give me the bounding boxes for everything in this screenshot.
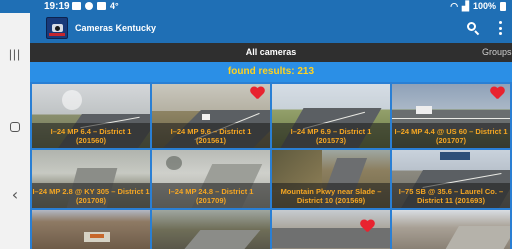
camera-thumbnail xyxy=(392,210,510,249)
camera-caption: I–24 MP 4.4 @ US 60 – District 1 (201707… xyxy=(392,123,510,148)
wifi-icon: ◠ xyxy=(450,1,459,11)
camera-name: Mountain Pkwy near Slade – xyxy=(280,186,382,196)
camera-tile[interactable]: I–24 MP 24.8 – District 1 (201709) xyxy=(152,150,270,208)
camera-tile[interactable] xyxy=(392,210,510,249)
camera-tile[interactable]: I–75 SB @ 35.6 – Laurel Co. – District 1… xyxy=(392,150,510,208)
app-logo-icon xyxy=(46,17,68,39)
battery-icon xyxy=(500,2,506,11)
camera-thumbnail xyxy=(32,210,150,249)
camera-caption: I–24 MP 9.6 – District 1 (201561) xyxy=(152,123,270,148)
favorite-heart-icon[interactable] xyxy=(490,87,504,101)
home-icon[interactable] xyxy=(0,119,30,137)
back-icon[interactable]: ‹ xyxy=(0,185,30,204)
camera-id: District 10 (201569) xyxy=(296,195,366,205)
battery-text: 100% xyxy=(472,1,496,11)
camera-name: I–24 MP 24.8 – District 1 xyxy=(168,186,254,196)
signal-icon: ▟ xyxy=(462,1,469,11)
favorite-heart-icon[interactable] xyxy=(250,87,264,101)
results-count: found results: 213 xyxy=(30,62,512,82)
alert-notification-icon xyxy=(85,2,93,10)
camera-name: I–24 MP 2.8 @ KY 305 – District 1 xyxy=(32,186,150,196)
camera-caption: I–24 MP 2.8 @ KY 305 – District 1 (20170… xyxy=(32,183,150,208)
status-system-icons: ◠ ▟ 100% xyxy=(450,0,506,13)
status-bar: 19:19 4° ◠ ▟ 100% xyxy=(0,0,512,13)
status-notification-icons: 4° xyxy=(72,1,119,11)
camera-tile[interactable]: I–24 MP 6.4 – District 1 (201560) xyxy=(32,84,150,148)
camera-tile[interactable] xyxy=(32,210,150,249)
camera-caption: Mountain Pkwy near Slade – District 10 (… xyxy=(272,183,390,208)
app-title: Cameras Kentucky xyxy=(75,23,157,33)
camera-name: I–24 MP 6.9 – District 1 xyxy=(290,126,372,136)
camera-caption: I–24 MP 6.4 – District 1 (201560) xyxy=(32,123,150,148)
app-notification-icon xyxy=(72,2,81,10)
camera-id: (201708) xyxy=(75,195,107,205)
camera-caption: I–24 MP 6.9 – District 1 (201573) xyxy=(272,123,390,148)
app-screen: 19:19 4° ◠ ▟ 100% ||| ‹ Cameras Kentucky… xyxy=(0,0,512,249)
weather-icon xyxy=(97,2,106,10)
camera-id: (201560) xyxy=(75,135,107,145)
recent-apps-icon[interactable]: ||| xyxy=(0,47,30,61)
camera-tile[interactable]: Mountain Pkwy near Slade – District 10 (… xyxy=(272,150,390,208)
app-bar: Cameras Kentucky xyxy=(30,13,512,43)
camera-name: I–24 MP 4.4 @ US 60 – District 1 xyxy=(394,126,508,136)
camera-tile[interactable]: I–24 MP 4.4 @ US 60 – District 1 (201707… xyxy=(392,84,510,148)
system-nav-bar: ||| ‹ xyxy=(0,13,30,249)
camera-thumbnail xyxy=(152,210,270,249)
favorite-heart-icon[interactable] xyxy=(360,220,374,234)
camera-tile[interactable]: I–24 MP 2.8 @ KY 305 – District 1 (20170… xyxy=(32,150,150,208)
camera-id: (201709) xyxy=(195,195,227,205)
camera-caption: I–24 MP 24.8 – District 1 (201709) xyxy=(152,183,270,208)
search-icon[interactable] xyxy=(466,21,480,36)
camera-id: (201707) xyxy=(435,135,467,145)
status-time: 19:19 xyxy=(44,1,70,12)
tab-all-cameras[interactable]: All cameras xyxy=(30,43,512,62)
camera-name: I–24 MP 6.4 – District 1 xyxy=(50,126,132,136)
camera-caption: I–75 SB @ 35.6 – Laurel Co. – District 1… xyxy=(392,183,510,208)
more-vert-icon[interactable] xyxy=(495,20,505,36)
camera-tile[interactable]: I–24 MP 9.6 – District 1 (201561) xyxy=(152,84,270,148)
camera-name: I–75 SB @ 35.6 – Laurel Co. – xyxy=(398,186,504,196)
camera-id: District 11 (201693) xyxy=(417,195,485,205)
tab-bar: All cameras Groups xyxy=(30,43,512,62)
camera-tile[interactable]: I–24 MP 6.9 – District 1 (201573) xyxy=(272,84,390,148)
camera-name: I–24 MP 9.6 – District 1 xyxy=(170,126,252,136)
camera-tile[interactable] xyxy=(272,210,390,249)
camera-id: (201573) xyxy=(315,135,347,145)
tab-groups[interactable]: Groups xyxy=(482,43,512,62)
temperature-text: 4° xyxy=(110,1,119,11)
camera-grid: I–24 MP 6.4 – District 1 (201560) I–24 M… xyxy=(30,82,512,249)
camera-id: (201561) xyxy=(195,135,227,145)
camera-tile[interactable] xyxy=(152,210,270,249)
